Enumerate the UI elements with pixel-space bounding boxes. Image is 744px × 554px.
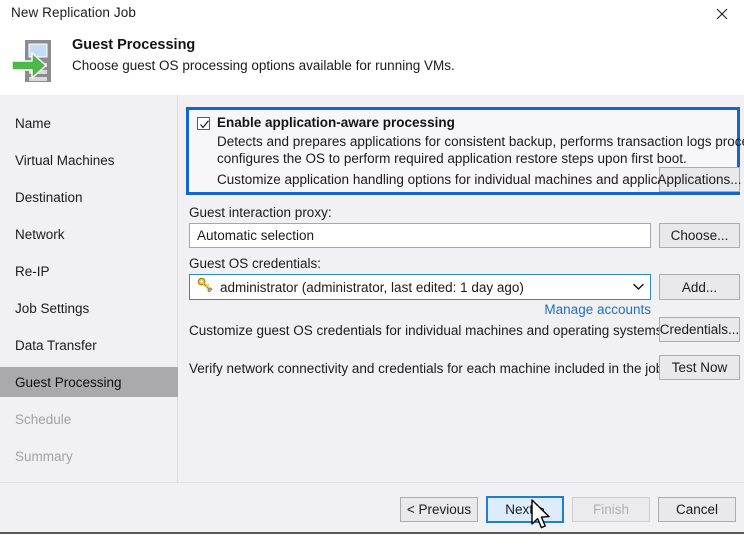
content-pane: Enable application-aware processing Dete… [179,95,744,482]
sidebar-item-re-ip[interactable]: Re-IP [0,256,178,286]
sidebar-item-data-transfer[interactable]: Data Transfer [0,330,178,360]
guest-os-credentials-combobox[interactable]: administrator (administrator, last edite… [189,274,651,300]
test-now-button[interactable]: Test Now [659,355,740,380]
choose-button[interactable]: Choose... [659,223,740,248]
next-button[interactable]: Next > [486,496,564,523]
page-title: Guest Processing [72,37,196,53]
sidebar-item-destination[interactable]: Destination [0,182,178,212]
enable-application-aware-processing-row[interactable]: Enable application-aware processing [197,115,455,130]
sidebar-item-summary: Summary [15,448,73,464]
close-icon [716,8,728,20]
sidebar-item-network[interactable]: Network [0,219,178,249]
cancel-button[interactable]: Cancel [658,497,736,522]
key-icon [197,277,213,298]
finish-button: Finish [572,497,650,522]
dialog-header: Guest Processing Choose guest OS process… [0,28,744,95]
app-aware-description-line-1: Detects and prepares applications for co… [217,134,744,149]
app-aware-description-line-2: configures the OS to perform required ap… [217,151,687,166]
wizard-steps-sidebar: Name Virtual Machines Destination Networ… [0,95,178,482]
sidebar-item-name[interactable]: Name [0,108,178,138]
chevron-down-icon[interactable] [626,275,650,299]
window-title: New Replication Job [11,5,136,20]
application-aware-processing-group: Enable application-aware processing Dete… [186,107,744,195]
replication-server-arrow-icon [10,36,60,86]
guest-interaction-proxy-input[interactable]: Automatic selection [189,223,651,248]
enable-application-aware-processing-label: Enable application-aware processing [217,115,455,130]
guest-os-credentials-value: administrator (administrator, last edite… [220,279,524,295]
sidebar-item-job-settings[interactable]: Job Settings [0,293,178,323]
dialog-footer: < Previous Next > Finish Cancel [0,482,744,532]
close-button[interactable] [699,0,744,28]
guest-os-credentials-label: Guest OS credentials: [189,256,322,271]
dialog-window: New Replication Job Guest Processing Cho… [0,0,744,534]
credentials-button[interactable]: Credentials... [659,317,740,342]
sidebar-item-virtual-machines[interactable]: Virtual Machines [0,145,178,175]
guest-interaction-proxy-label: Guest interaction proxy: [189,205,332,220]
enable-application-aware-processing-checkbox[interactable] [197,117,210,130]
applications-button[interactable]: Applications... [657,167,742,192]
page-subtitle: Choose guest OS processing options avail… [72,58,455,73]
sidebar-item-guest-processing[interactable]: Guest Processing [0,367,178,397]
verify-network-connectivity-text: Verify network connectivity and credenti… [189,361,664,376]
title-bar: New Replication Job [0,0,744,28]
manage-accounts-link[interactable]: Manage accounts [189,302,651,317]
customize-guest-os-credentials-text: Customize guest OS credentials for indiv… [189,323,663,338]
customize-application-handling-text: Customize application handling options f… [217,172,694,187]
sidebar-item-schedule: Schedule [15,411,72,427]
previous-button[interactable]: < Previous [400,497,478,522]
add-credentials-button[interactable]: Add... [659,274,740,300]
dialog-body: Name Virtual Machines Destination Networ… [0,95,744,482]
